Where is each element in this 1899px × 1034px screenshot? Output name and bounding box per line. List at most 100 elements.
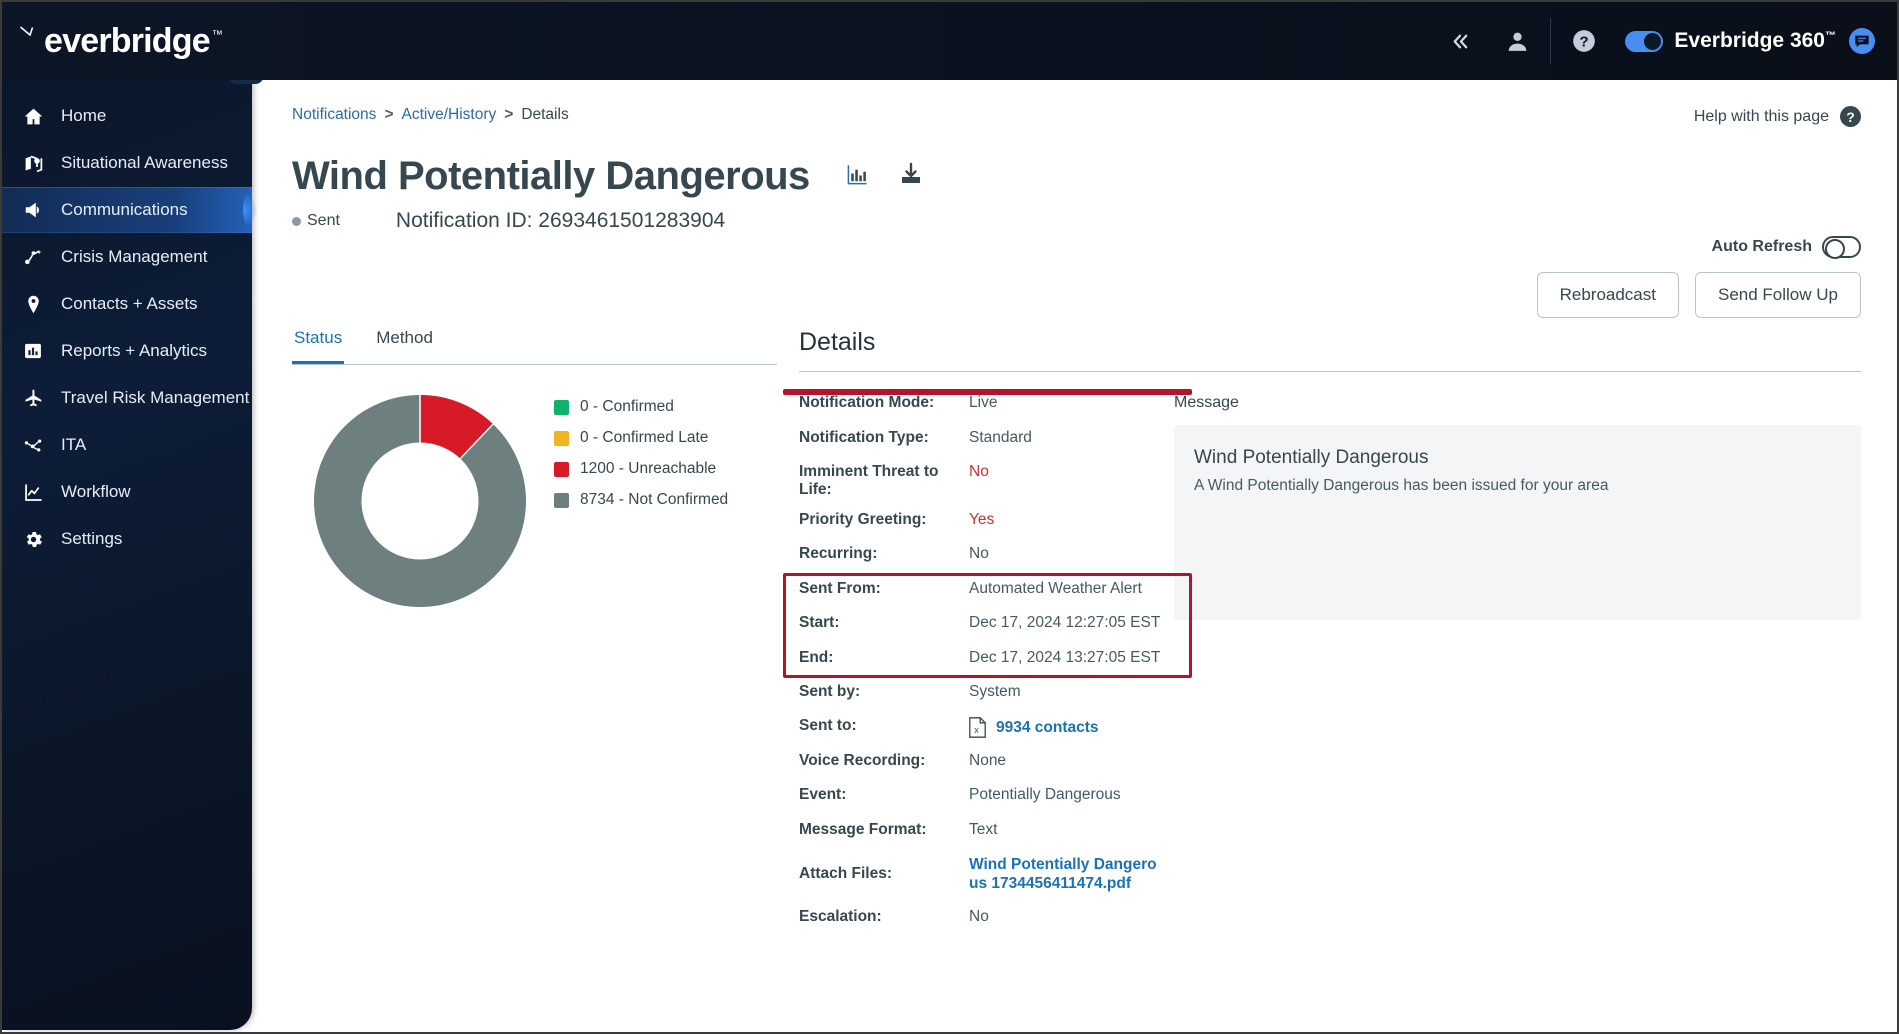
user-icon[interactable] [1488,2,1546,80]
gear-icon [23,529,57,550]
chat-icon[interactable] [1849,28,1875,54]
svg-text:?: ? [1580,33,1589,50]
detail-label: Notification Mode: [799,394,935,411]
app-window: Home Situational Awareness Communication… [0,0,1899,1034]
send-follow-up-button[interactable]: Send Follow Up [1694,272,1861,318]
legend-label: 0 - Confirmed Late [580,429,709,446]
sidebar-item-contacts-assets[interactable]: Contacts + Assets [2,281,252,327]
sidebar-item-label: Reports + Analytics [61,341,207,360]
detail-value: No [969,463,989,480]
details-section-title: Details [799,328,876,356]
message-label: Message [1174,394,1239,411]
location-pin-icon [23,294,57,315]
details-panel: Details Notification Mode: Live Notifica… [783,328,1192,1030]
airplane-icon [23,388,57,409]
detail-row-start: Start: Dec 17, 2024 12:27:05 EST [799,614,1174,637]
status-badge: Sent [292,212,340,230]
content-columns: Status Method 0 - Confirmed 0 - Confirme… [292,328,1861,1030]
status-dot-icon [292,216,301,226]
tab-method[interactable]: Method [374,328,435,364]
detail-label: Imminent Threat to Life: [799,463,939,498]
detail-row-notification-type: Notification Type: Standard [799,429,1174,452]
sidebar-item-home[interactable]: Home [2,93,252,139]
notification-id: Notification ID: 2693461501283904 [395,209,726,232]
detail-row-priority-greeting: Priority Greeting: Yes [799,511,1174,534]
line-chart-icon [23,482,57,503]
message-title: Wind Potentially Dangerous [1194,447,1429,468]
legend-item[interactable]: 0 - Confirmed [554,398,728,416]
question-mark-icon: ? [1840,106,1861,127]
divider [1550,18,1552,64]
message-panel: . Message Wind Potentially Dangerous A W… [1174,328,1861,1030]
map-pin-icon [23,153,57,174]
detail-value: Potentially Dangerous [969,786,1121,803]
sidebar-item-label: Travel Risk Management [61,388,250,407]
sidebar-item-workflow[interactable]: Workflow [2,469,252,515]
legend-item[interactable]: 1200 - Unreachable [554,460,728,478]
detail-label: Voice Recording: [799,751,926,769]
detail-label: Attach Files: [799,865,893,883]
detail-row-event: Event: Potentially Dangerous [799,786,1174,809]
details-divider [799,371,1174,372]
sidebar-item-label: Crisis Management [61,247,208,266]
sidebar-item-reports-analytics[interactable]: Reports + Analytics [2,328,252,374]
share-nodes-icon [23,247,57,268]
main-content: Notifications > Active/History > Details… [252,80,1895,1030]
status-method-tabs: Status Method [292,328,777,364]
detail-row-attach-files: Attach Files: Wind Potentially Dangero u… [799,855,1174,894]
help-with-this-page-link[interactable]: Help with this page ? [1694,106,1861,127]
legend-swatch-confirmed [554,399,569,415]
status-donut-chart [314,395,526,607]
detail-row-sent-from: Sent From: Automated Weather Alert [799,580,1174,603]
breadcrumb-notifications[interactable]: Notifications [292,106,376,124]
legend-label: 0 - Confirmed [580,398,674,415]
chevron-double-left-icon[interactable] [1430,2,1488,80]
legend-swatch-confirmed-late [554,430,569,446]
detail-value: No [969,545,989,562]
detail-value: Standard [969,428,1032,446]
detail-value[interactable]: x 9934 contacts [969,717,1099,738]
detail-row-end: End: Dec 17, 2024 13:27:05 EST [799,649,1174,672]
detail-label: Sent to: [799,717,857,734]
e360-toggle[interactable] [1625,30,1664,52]
sidebar-item-settings[interactable]: Settings [2,516,252,562]
everbridge-360-switch[interactable]: Everbridge 360™ [1613,29,1836,53]
sidebar-item-situational-awareness[interactable]: Situational Awareness [2,140,252,186]
tab-status[interactable]: Status [292,328,345,364]
legend-item[interactable]: 0 - Confirmed Late [554,429,728,447]
message-card: Wind Potentially Dangerous A Wind Potent… [1174,425,1861,620]
sidebar-item-communications[interactable]: Communications [2,187,257,233]
auto-refresh-label: Auto Refresh [1711,238,1812,255]
sidebar-item-ita[interactable]: ITA [2,422,252,468]
rebroadcast-button[interactable]: Rebroadcast [1536,272,1679,318]
auto-refresh-toggle[interactable] [1822,236,1861,259]
donut-hole [361,442,479,560]
download-icon[interactable] [899,162,923,186]
page-subtitle-row: Sent Notification ID: 2693461501283904 [292,209,1895,233]
donut-svg [314,395,526,607]
detail-label: Sent From: [799,579,881,597]
legend-label: 1200 - Unreachable [580,460,717,477]
bar-chart-icon[interactable] [846,163,869,186]
auto-refresh-control[interactable]: Auto Refresh [1711,236,1861,259]
brand-logo[interactable]: everbridge ™ [2,2,305,80]
legend-label: 8734 - Not Confirmed [580,491,729,508]
detail-row-imminent-threat-to-life: Imminent Threat to Life: No [799,463,1174,499]
attachment-link[interactable]: Wind Potentially Dangero us 173445641147… [969,855,1159,894]
breadcrumb-active-history[interactable]: Active/History [402,106,497,124]
detail-value: Automated Weather Alert [969,579,1142,597]
sidebar-item-label: Contacts + Assets [61,294,198,313]
sidebar-item-label: Settings [61,529,123,548]
sidebar-item-travel-risk-management[interactable]: Travel Risk Management [2,375,252,421]
message-body: A Wind Potentially Dangerous has been is… [1194,477,1609,494]
detail-label: Recurring: [799,545,878,562]
e360-label: Everbridge 360™ [1674,29,1836,52]
detail-label: Escalation: [799,907,882,925]
detail-row-recurring: Recurring: No [799,545,1174,568]
page-action-buttons: Rebroadcast Send Follow Up [1536,272,1861,318]
legend-item[interactable]: 8734 - Not Confirmed [554,491,728,509]
top-bar-right: ? Everbridge 360™ [1430,2,1897,80]
sidebar-item-crisis-management[interactable]: Crisis Management [2,234,252,280]
help-circle-icon[interactable]: ? [1555,2,1613,80]
sent-to-contacts-link[interactable]: 9934 contacts [996,719,1099,737]
